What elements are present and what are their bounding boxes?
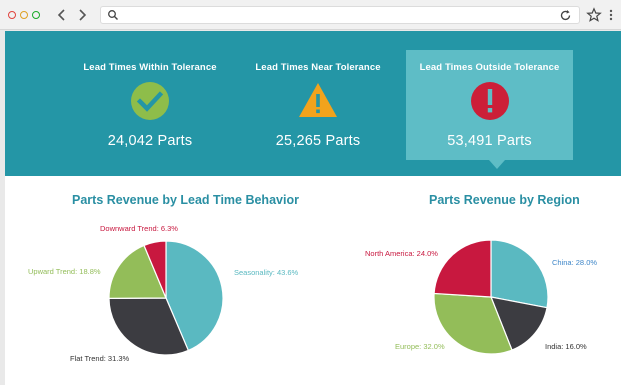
data-label-upward-trend: Upward Trend: 18.8% (28, 267, 101, 276)
pie-slice-china[interactable] (490, 239, 549, 309)
dashboard-page: Lead Times Within Tolerance 24,042 Parts… (5, 31, 621, 385)
data-label-europe: Europe: 32.0% (395, 342, 445, 351)
data-label-north-america: North America: 24.0% (365, 249, 438, 258)
data-label-seasonality: Seasonality: 43.6% (234, 268, 299, 277)
data-label-flat-trend: Flat Trend: 31.3% (70, 354, 130, 363)
pie-slice-north-america[interactable] (433, 239, 492, 298)
data-label-downward-trend: Downward Trend: 6.3% (100, 224, 178, 233)
maximize-window-button[interactable] (32, 11, 40, 19)
browser-toolbar (0, 0, 621, 30)
reload-icon[interactable] (559, 9, 572, 22)
address-bar[interactable] (100, 6, 580, 24)
pie-charts: Seasonality: 43.6% Flat Trend: 31.3% Upwar… (28, 224, 597, 363)
data-label-india: India: 16.0% (545, 342, 587, 351)
forward-icon[interactable] (75, 7, 89, 23)
star-icon[interactable] (586, 7, 602, 23)
back-icon[interactable] (55, 7, 69, 23)
data-label-china: China: 28.0% (552, 258, 597, 267)
menu-icon[interactable] (606, 7, 616, 23)
minimize-window-button[interactable] (20, 11, 28, 19)
search-icon (108, 10, 118, 20)
close-window-button[interactable] (8, 11, 16, 19)
